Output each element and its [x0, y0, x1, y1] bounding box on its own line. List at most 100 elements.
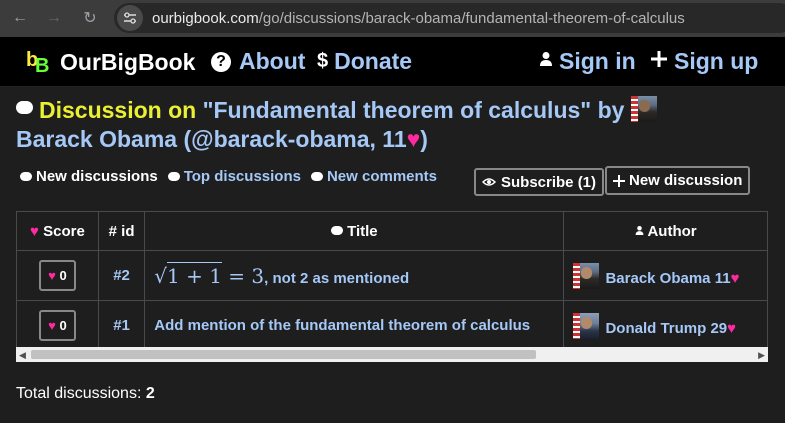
scroll-right-icon[interactable]: ▶: [758, 350, 765, 361]
ourbigbook-logo-icon: bB: [26, 49, 50, 77]
title-column-header[interactable]: Title: [144, 211, 565, 251]
discussion-tabs: New discussions Top discussions New comm…: [20, 168, 447, 185]
score-cell: ♥ 0: [16, 250, 99, 301]
horizontal-scrollbar[interactable]: ◀ ▶: [16, 347, 768, 362]
about-link[interactable]: ? About: [211, 48, 305, 75]
comments-icon: [310, 172, 323, 181]
subscribe-label: Subscribe (1): [501, 173, 597, 191]
by-label: by: [597, 97, 625, 123]
sign-in-link[interactable]: Sign in: [539, 48, 636, 75]
speech-bubble-icon: [331, 225, 344, 235]
title-header-label: Title: [347, 222, 378, 240]
score-value: 0: [59, 268, 67, 283]
scroll-left-icon[interactable]: ◀: [19, 350, 26, 361]
address-bar[interactable]: ourbigbook.com/go/discussions/barack-oba…: [114, 3, 785, 33]
discussions-table: ♥ Score # id Title Author ♥ 0 #2 √1 + 1 …: [16, 211, 768, 351]
math-rest: = 3: [221, 263, 265, 288]
forward-arrow-icon[interactable]: →: [42, 6, 66, 30]
tab-label: New comments: [326, 168, 438, 185]
author-cell[interactable]: Barack Obama 11♥: [563, 250, 768, 301]
plus-icon: [650, 50, 668, 74]
back-arrow-icon[interactable]: ←: [8, 6, 32, 30]
scrollbar-thumb[interactable]: [31, 350, 536, 359]
title-text: , not 2 as mentioned: [264, 269, 410, 287]
about-label: About: [239, 48, 306, 74]
donate-label: Donate: [334, 48, 413, 74]
site-info-icon[interactable]: [117, 5, 143, 31]
browser-toolbar: ← → ↻ ourbigbook.com/go/discussions/bara…: [0, 0, 785, 37]
title-text: Add mention of the fundamental theorem o…: [154, 317, 531, 334]
score-cell: ♥ 0: [16, 300, 99, 351]
total-label: Total discussions:: [16, 385, 142, 402]
plus-icon: [613, 174, 625, 187]
table-row: ♥ 0 #2 √1 + 1 = 3, not 2 as mentioned Ba…: [16, 250, 768, 301]
discussion-id: #2: [113, 267, 130, 284]
heart-icon: ♥: [727, 319, 737, 337]
heart-icon: ♥: [48, 268, 56, 283]
author-name: Barack Obama 11: [605, 269, 731, 287]
discussion-id: #1: [113, 317, 130, 334]
heart-icon: ♥: [48, 318, 56, 333]
speech-bubble-icon: [167, 172, 180, 181]
tab-new-discussions[interactable]: New discussions: [20, 168, 158, 185]
total-value: 2: [145, 385, 155, 402]
math-radicand: 1 + 1: [167, 261, 222, 288]
table-header-row: ♥ Score # id Title Author: [16, 211, 768, 251]
author-name: Donald Trump 29: [605, 319, 728, 337]
id-cell[interactable]: #1: [97, 300, 146, 351]
url-domain: ourbigbook.com: [152, 9, 259, 27]
tab-label: New discussions: [36, 168, 158, 185]
brand-name: OurBigBook: [60, 48, 196, 75]
user-icon: [539, 50, 553, 73]
author-cell[interactable]: Donald Trump 29♥: [563, 300, 768, 351]
main-content: Discussion on "Fundamental theorem of ca…: [0, 87, 785, 423]
like-button[interactable]: ♥ 0: [38, 310, 76, 341]
id-cell[interactable]: #2: [97, 250, 146, 301]
avatar[interactable]: [630, 96, 657, 122]
avatar: [573, 312, 600, 339]
url-path: /go/discussions/barack-obama/fundamental…: [258, 9, 685, 27]
tab-new-comments[interactable]: New comments: [310, 168, 438, 185]
donate-link[interactable]: $ Donate: [317, 48, 412, 75]
sign-in-label: Sign in: [559, 48, 636, 74]
url-text: ourbigbook.com/go/discussions/barack-oba…: [152, 10, 685, 27]
question-icon: ?: [211, 51, 231, 72]
avatar: [573, 262, 600, 289]
tab-top-discussions[interactable]: Top discussions: [167, 168, 301, 185]
heart-icon: ♥: [406, 126, 421, 152]
speech-bubble-icon: [20, 172, 32, 181]
table-row: ♥ 0 #1 Add mention of the fundamental th…: [16, 300, 768, 351]
page-title: Discussion on "Fundamental theorem of ca…: [16, 96, 756, 154]
subscribe-button[interactable]: Subscribe (1): [474, 168, 605, 196]
title-cell[interactable]: Add mention of the fundamental theorem o…: [144, 300, 565, 351]
author-link[interactable]: Barack Obama (@barack-obama, 11♥): [16, 126, 428, 152]
score-value: 0: [59, 318, 67, 333]
author-column-header[interactable]: Author: [563, 211, 768, 251]
score-header-label: Score: [43, 222, 85, 240]
speech-bubble-icon: [16, 101, 33, 114]
score-column-header[interactable]: ♥ Score: [16, 211, 99, 251]
author-header-label: Author: [647, 222, 697, 240]
heart-icon: ♥: [730, 269, 740, 287]
tab-label: Top discussions: [183, 168, 301, 185]
total-discussions: Total discussions: 2: [16, 385, 155, 403]
dollar-icon: $: [317, 50, 329, 72]
id-column-header[interactable]: # id: [97, 211, 146, 251]
article-title-link[interactable]: "Fundamental theorem of calculus": [203, 97, 592, 123]
title-cell[interactable]: √1 + 1 = 3, not 2 as mentioned: [144, 250, 565, 301]
discussion-label: Discussion on: [39, 97, 197, 123]
user-icon: [635, 223, 644, 240]
brand-link[interactable]: bB OurBigBook: [26, 48, 196, 77]
author-line-end: ): [420, 126, 428, 152]
site-header: bB OurBigBook ? About $ Donate Sign in S…: [0, 37, 785, 87]
heart-icon: ♥: [30, 222, 39, 240]
new-discussion-button[interactable]: New discussion: [605, 166, 751, 195]
sign-up-link[interactable]: Sign up: [650, 48, 758, 75]
sign-up-label: Sign up: [674, 48, 759, 74]
new-discussion-label: New discussion: [629, 172, 743, 189]
reload-icon[interactable]: ↻: [78, 6, 102, 30]
discussions-table-container: ♥ Score # id Title Author ♥ 0 #2 √1 + 1 …: [16, 211, 768, 360]
eye-icon: [482, 177, 496, 187]
like-button[interactable]: ♥ 0: [38, 260, 76, 291]
id-header-label: # id: [108, 222, 135, 240]
